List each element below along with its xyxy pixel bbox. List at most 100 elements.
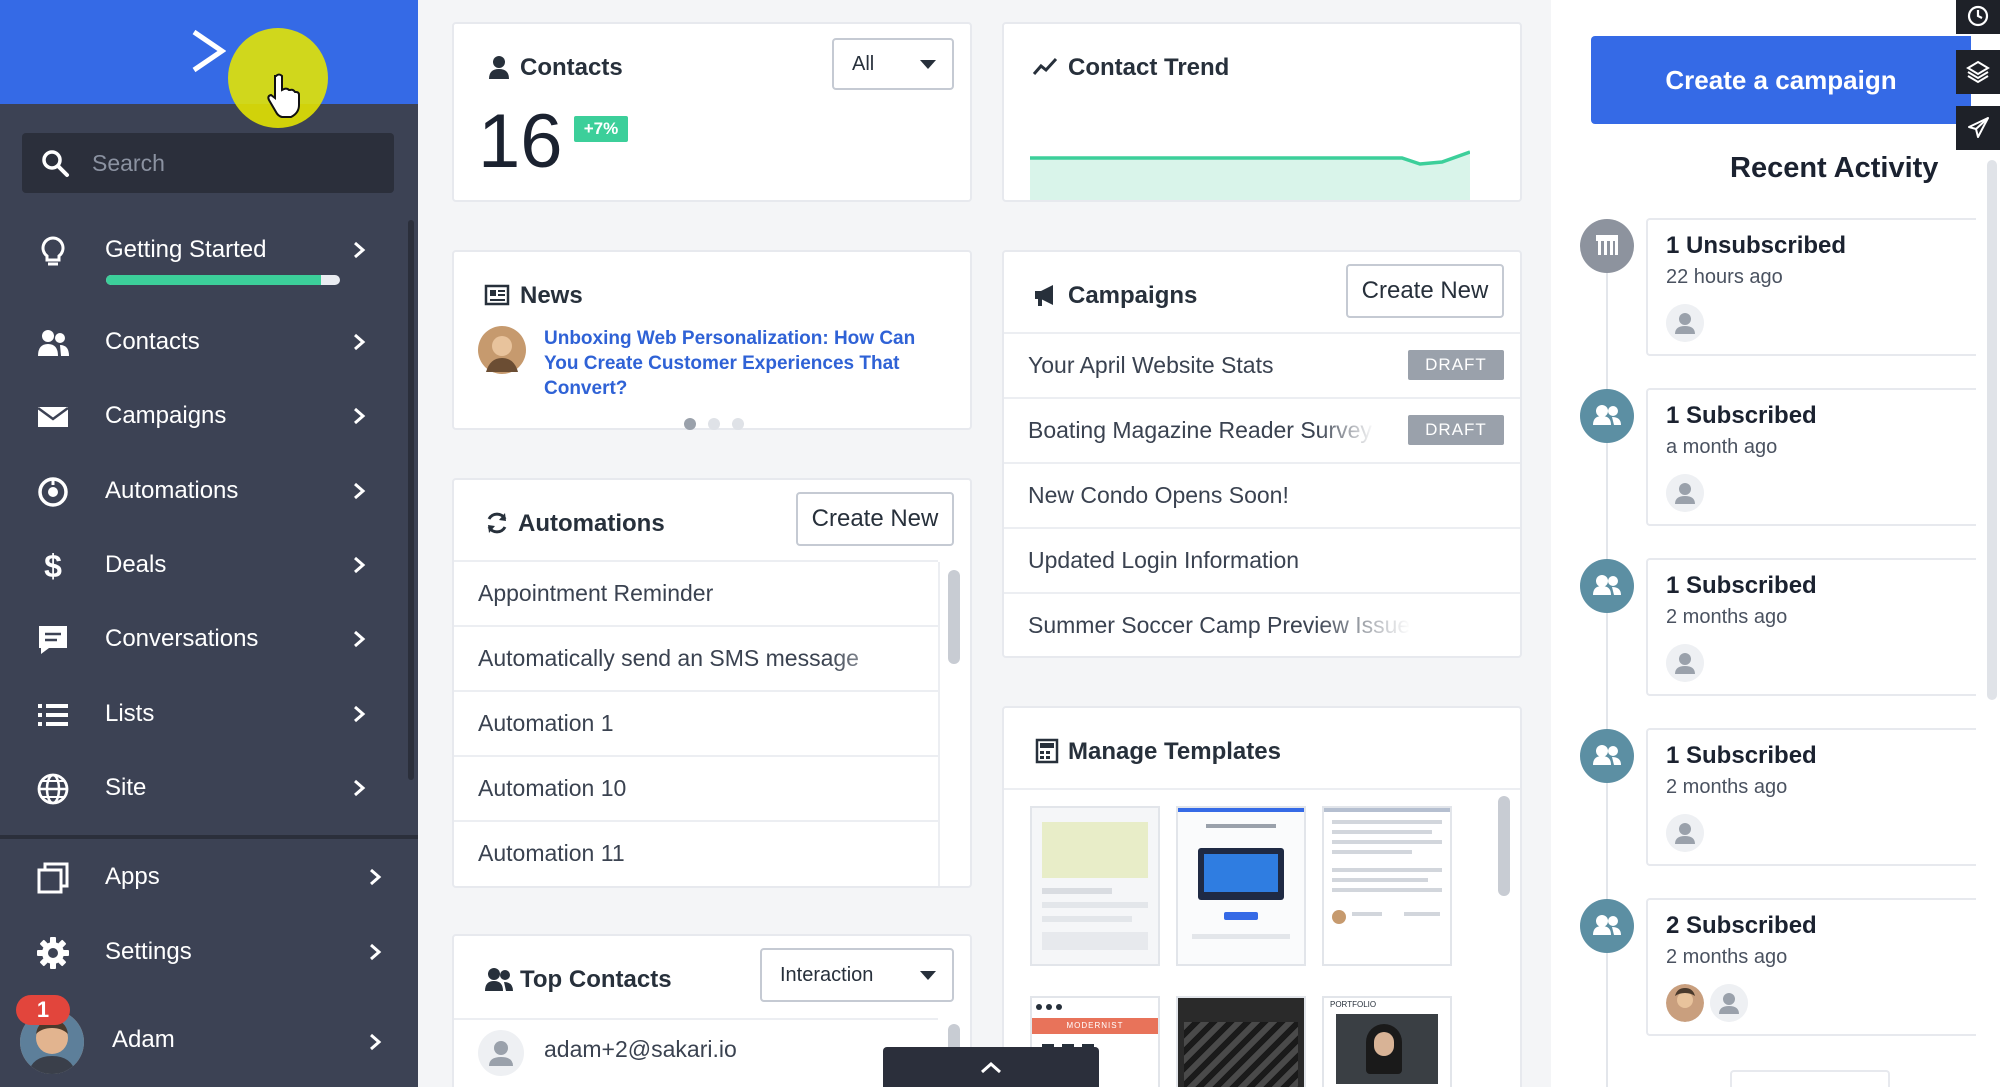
load-more-button[interactable] [1730, 1070, 1890, 1087]
sidebar-item-automations[interactable]: Automations [0, 461, 418, 521]
thumb-line [1332, 840, 1442, 844]
create-campaign-button[interactable]: Create New [1346, 264, 1504, 318]
caret-down-icon [920, 60, 936, 69]
carousel-dot-active[interactable] [684, 418, 696, 430]
automations-scrollbar[interactable] [948, 570, 960, 664]
chevron-right-icon [370, 943, 382, 961]
table-row[interactable]: Updated Login Information [1004, 527, 1520, 591]
thumb-photo [1184, 1022, 1298, 1087]
layers-button[interactable] [1956, 50, 2000, 94]
create-automation-button[interactable]: Create New [796, 492, 954, 546]
list-item[interactable]: Automatically send an SMS message [454, 625, 938, 689]
template-thumbnail[interactable] [1176, 996, 1306, 1087]
activity-title: 1 Subscribed [1666, 402, 1817, 429]
chevron-right-icon [354, 705, 366, 723]
caret-down-icon [920, 971, 936, 980]
template-thumbnail[interactable] [1322, 806, 1452, 966]
headline-line: Convert? [544, 378, 628, 399]
list-item[interactable]: Automation 1 [454, 690, 938, 754]
thumb-bar [1324, 808, 1450, 812]
card-title: News [520, 282, 583, 309]
activity-title: 1 Subscribed [1666, 572, 1817, 599]
contact-avatar [478, 1030, 524, 1076]
contact-avatar[interactable] [1666, 814, 1704, 852]
sidebar-item-getting-started[interactable]: Getting Started [0, 220, 418, 280]
sidebar-item-label: Automations [105, 477, 239, 504]
thumb-bar [1178, 808, 1304, 812]
carousel-dot[interactable] [732, 418, 744, 430]
sidebar-item-label: Settings [105, 938, 192, 965]
contact-avatar[interactable] [1710, 984, 1748, 1022]
table-row[interactable]: Your April Website Stats DRAFT [1004, 332, 1520, 396]
templates-scrollbar[interactable] [1498, 796, 1510, 896]
thumb-line [1404, 912, 1440, 916]
right-panel-scrollbar[interactable] [1987, 160, 1997, 700]
divider [1004, 788, 1520, 790]
paper-plane-icon [1968, 117, 1989, 138]
top-contacts-filter-select[interactable]: Interaction [760, 948, 954, 1002]
thumb-avatar [1332, 910, 1346, 924]
sidebar-item-campaigns[interactable]: Campaigns [0, 386, 418, 446]
chevron-right-icon [354, 630, 366, 648]
template-thumbnail[interactable]: PORTFOLIO [1322, 996, 1452, 1087]
sidebar-item-conversations[interactable]: Conversations [0, 609, 418, 669]
sidebar-item-lists[interactable]: Lists [0, 684, 418, 744]
campaigns-card: Campaigns Create New Your April Website … [1002, 250, 1522, 658]
list-item[interactable]: Automation 11 [454, 820, 938, 884]
sidebar-item-contacts[interactable]: Contacts [0, 312, 418, 372]
contacts-filter-select[interactable]: All [832, 38, 954, 90]
sidebar-item-apps[interactable]: Apps [0, 847, 418, 907]
template-thumbnail[interactable] [1176, 806, 1306, 966]
table-row[interactable]: Boating Magazine Reader Survey DRAFT [1004, 397, 1520, 461]
brand-logo[interactable] [190, 28, 226, 74]
activity-item[interactable]: 1 Subscribed a month ago [1646, 388, 1976, 526]
sidebar-divider [0, 835, 418, 839]
chevron-right-icon [354, 482, 366, 500]
card-title: Contacts [520, 54, 623, 81]
thumb-dot [1056, 1004, 1062, 1010]
list-item[interactable]: Appointment Reminder [454, 560, 938, 624]
history-button[interactable] [1956, 0, 2000, 34]
headline-line: Unboxing Web Personalization: How Can [544, 328, 916, 349]
sidebar-item-settings[interactable]: Settings [0, 922, 418, 982]
table-row[interactable]: New Condo Opens Soon! [1004, 462, 1520, 526]
apps-icon [37, 862, 69, 894]
chevron-right-icon [354, 407, 366, 425]
activity-item[interactable]: 1 Subscribed 2 months ago [1646, 558, 1976, 696]
svg-text:$: $ [44, 549, 62, 583]
collapse-panel-tab[interactable] [883, 1047, 1099, 1087]
users-icon [1580, 389, 1634, 443]
newspaper-icon [484, 284, 510, 306]
automations-card: Automations Create New Appointment Remin… [452, 478, 972, 888]
activity-item[interactable]: 1 Subscribed 2 months ago [1646, 728, 1976, 866]
table-row[interactable]: adam+2@sakari.io [454, 1018, 938, 1082]
search-box[interactable] [22, 133, 394, 193]
card-title: Manage Templates [1068, 738, 1281, 765]
table-row[interactable]: Summer Soccer Camp Preview Issue [1004, 592, 1520, 656]
sidebar-scrollbar[interactable] [408, 220, 414, 780]
thumb-face [1374, 1032, 1394, 1056]
sidebar-item-label: Deals [105, 551, 167, 578]
contact-avatar[interactable] [1666, 474, 1704, 512]
contact-avatar[interactable] [1666, 644, 1704, 682]
sidebar-item-deals[interactable]: $ Deals [0, 535, 418, 595]
template-thumbnail[interactable] [1030, 806, 1160, 966]
sidebar-item-site[interactable]: Site [0, 758, 418, 818]
card-title: Campaigns [1068, 282, 1198, 309]
send-button[interactable] [1956, 106, 2000, 150]
notification-badge[interactable]: 1 [16, 995, 70, 1025]
activity-item[interactable]: 2 Subscribed 2 months ago [1646, 898, 1976, 1036]
news-headline-link[interactable]: Unboxing Web Personalization: How Can Yo… [544, 326, 915, 401]
user-icon [489, 56, 509, 79]
contact-avatar[interactable] [1666, 304, 1704, 342]
users-glyph [1593, 405, 1621, 425]
status-badge: DRAFT [1408, 350, 1504, 380]
contact-avatar[interactable] [1666, 984, 1704, 1022]
search-input[interactable] [92, 145, 372, 181]
list-item[interactable]: Automation 10 [454, 755, 938, 819]
create-campaign-cta-button[interactable]: Create a campaign [1591, 36, 1971, 124]
automations-icon [38, 477, 68, 507]
activity-item[interactable]: 1 Unsubscribed 22 hours ago [1646, 218, 1976, 356]
user-name: Adam [112, 1026, 175, 1053]
carousel-dot[interactable] [708, 418, 720, 430]
